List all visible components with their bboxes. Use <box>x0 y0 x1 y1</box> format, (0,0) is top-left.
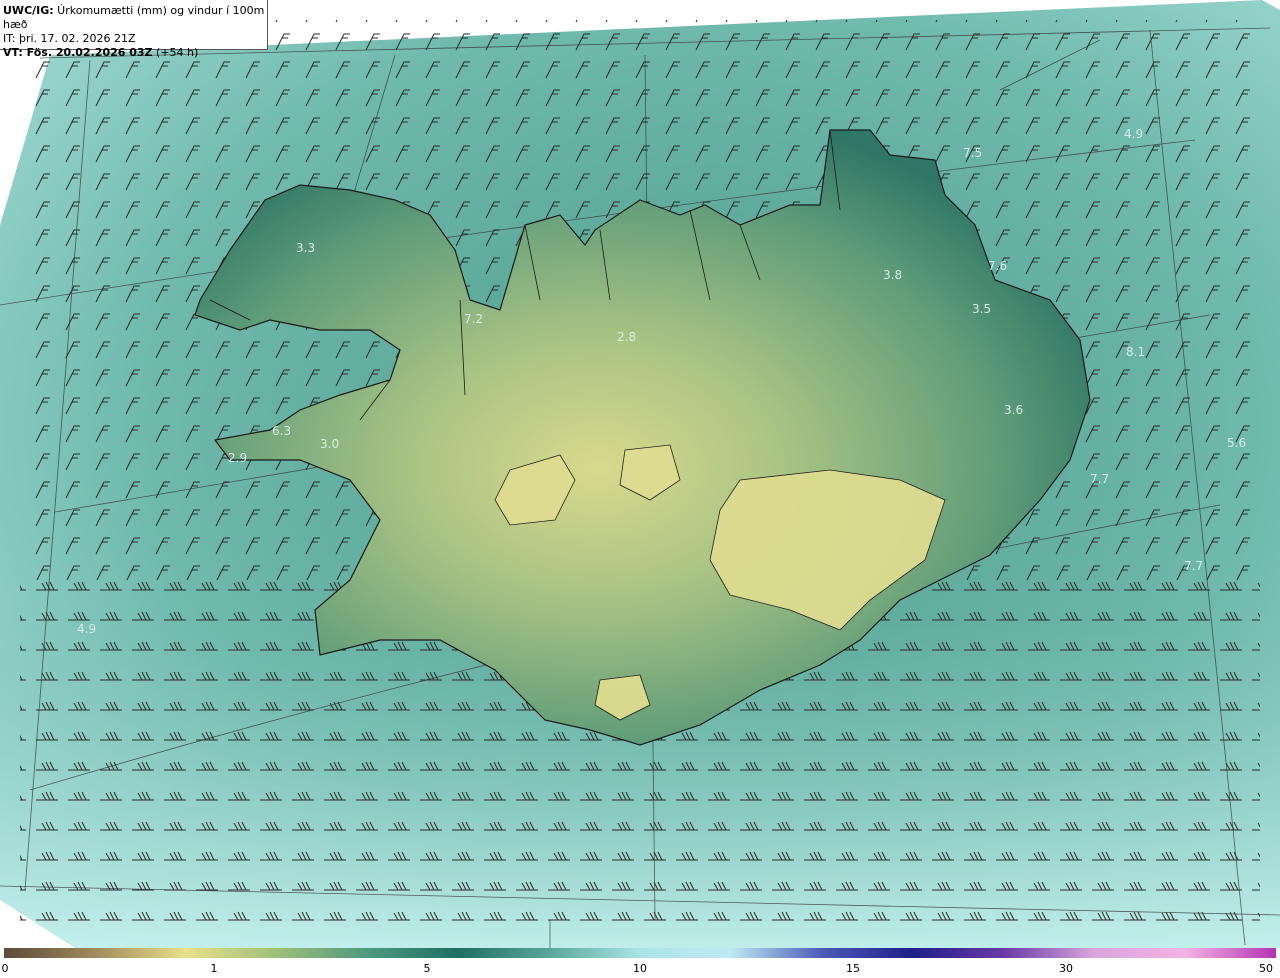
model-name: UWC/IG: <box>3 4 54 17</box>
value-label: 4.9 <box>1124 127 1143 141</box>
value-label: 3.3 <box>296 241 315 255</box>
value-label: 7.7 <box>1184 559 1203 573</box>
value-label: 2.9 <box>228 451 247 465</box>
value-label: 7.6 <box>988 259 1007 273</box>
value-label: 3.5 <box>972 302 991 316</box>
colorbar-tick: 10 <box>633 962 647 975</box>
value-label: 3.0 <box>320 437 339 451</box>
colorbar-strip <box>4 948 1276 958</box>
value-label: 5.6 <box>1227 436 1246 450</box>
init-time: IT: þri. 17. 02. 2026 21Z <box>3 32 136 45</box>
title-line-3: VT: Fös. 20.02.2026 03Z (+54 h) <box>3 46 267 60</box>
value-label: 7.7 <box>1090 472 1109 486</box>
value-label: 3.8 <box>883 268 902 282</box>
colorbar: 0 1 5 10 15 30 50 <box>0 948 1280 978</box>
lead-time: (+54 h) <box>152 46 199 59</box>
colorbar-tick: 1 <box>210 962 218 975</box>
map-title-box: UWC/IG: Úrkomumætti (mm) og vindur í 100… <box>0 0 268 59</box>
colorbar-tick: 5 <box>423 962 431 975</box>
value-label: 2.8 <box>617 330 636 344</box>
colorbar-tick: 15 <box>846 962 860 975</box>
value-label: 8.1 <box>1126 345 1145 359</box>
value-label: 6.3 <box>272 424 291 438</box>
value-label: 7.5 <box>963 146 982 160</box>
value-label: 7.2 <box>464 312 483 326</box>
forecast-map: 4.9 3.3 7.2 2.8 3.8 7.5 7.6 3.5 8.1 3.6 … <box>0 0 1280 948</box>
colorbar-tick: 30 <box>1059 962 1073 975</box>
title-line-1: UWC/IG: Úrkomumætti (mm) og vindur í 100… <box>3 4 267 32</box>
valid-time: VT: Fös. 20.02.2026 03Z <box>3 46 153 59</box>
colorbar-tick: 0 <box>1 962 9 975</box>
value-label: 3.6 <box>1004 403 1023 417</box>
colorbar-tick: 50 <box>1259 962 1273 975</box>
value-label: 4.9 <box>77 622 96 636</box>
map-canvas: 4.9 3.3 7.2 2.8 3.8 7.5 7.6 3.5 8.1 3.6 … <box>0 0 1280 948</box>
